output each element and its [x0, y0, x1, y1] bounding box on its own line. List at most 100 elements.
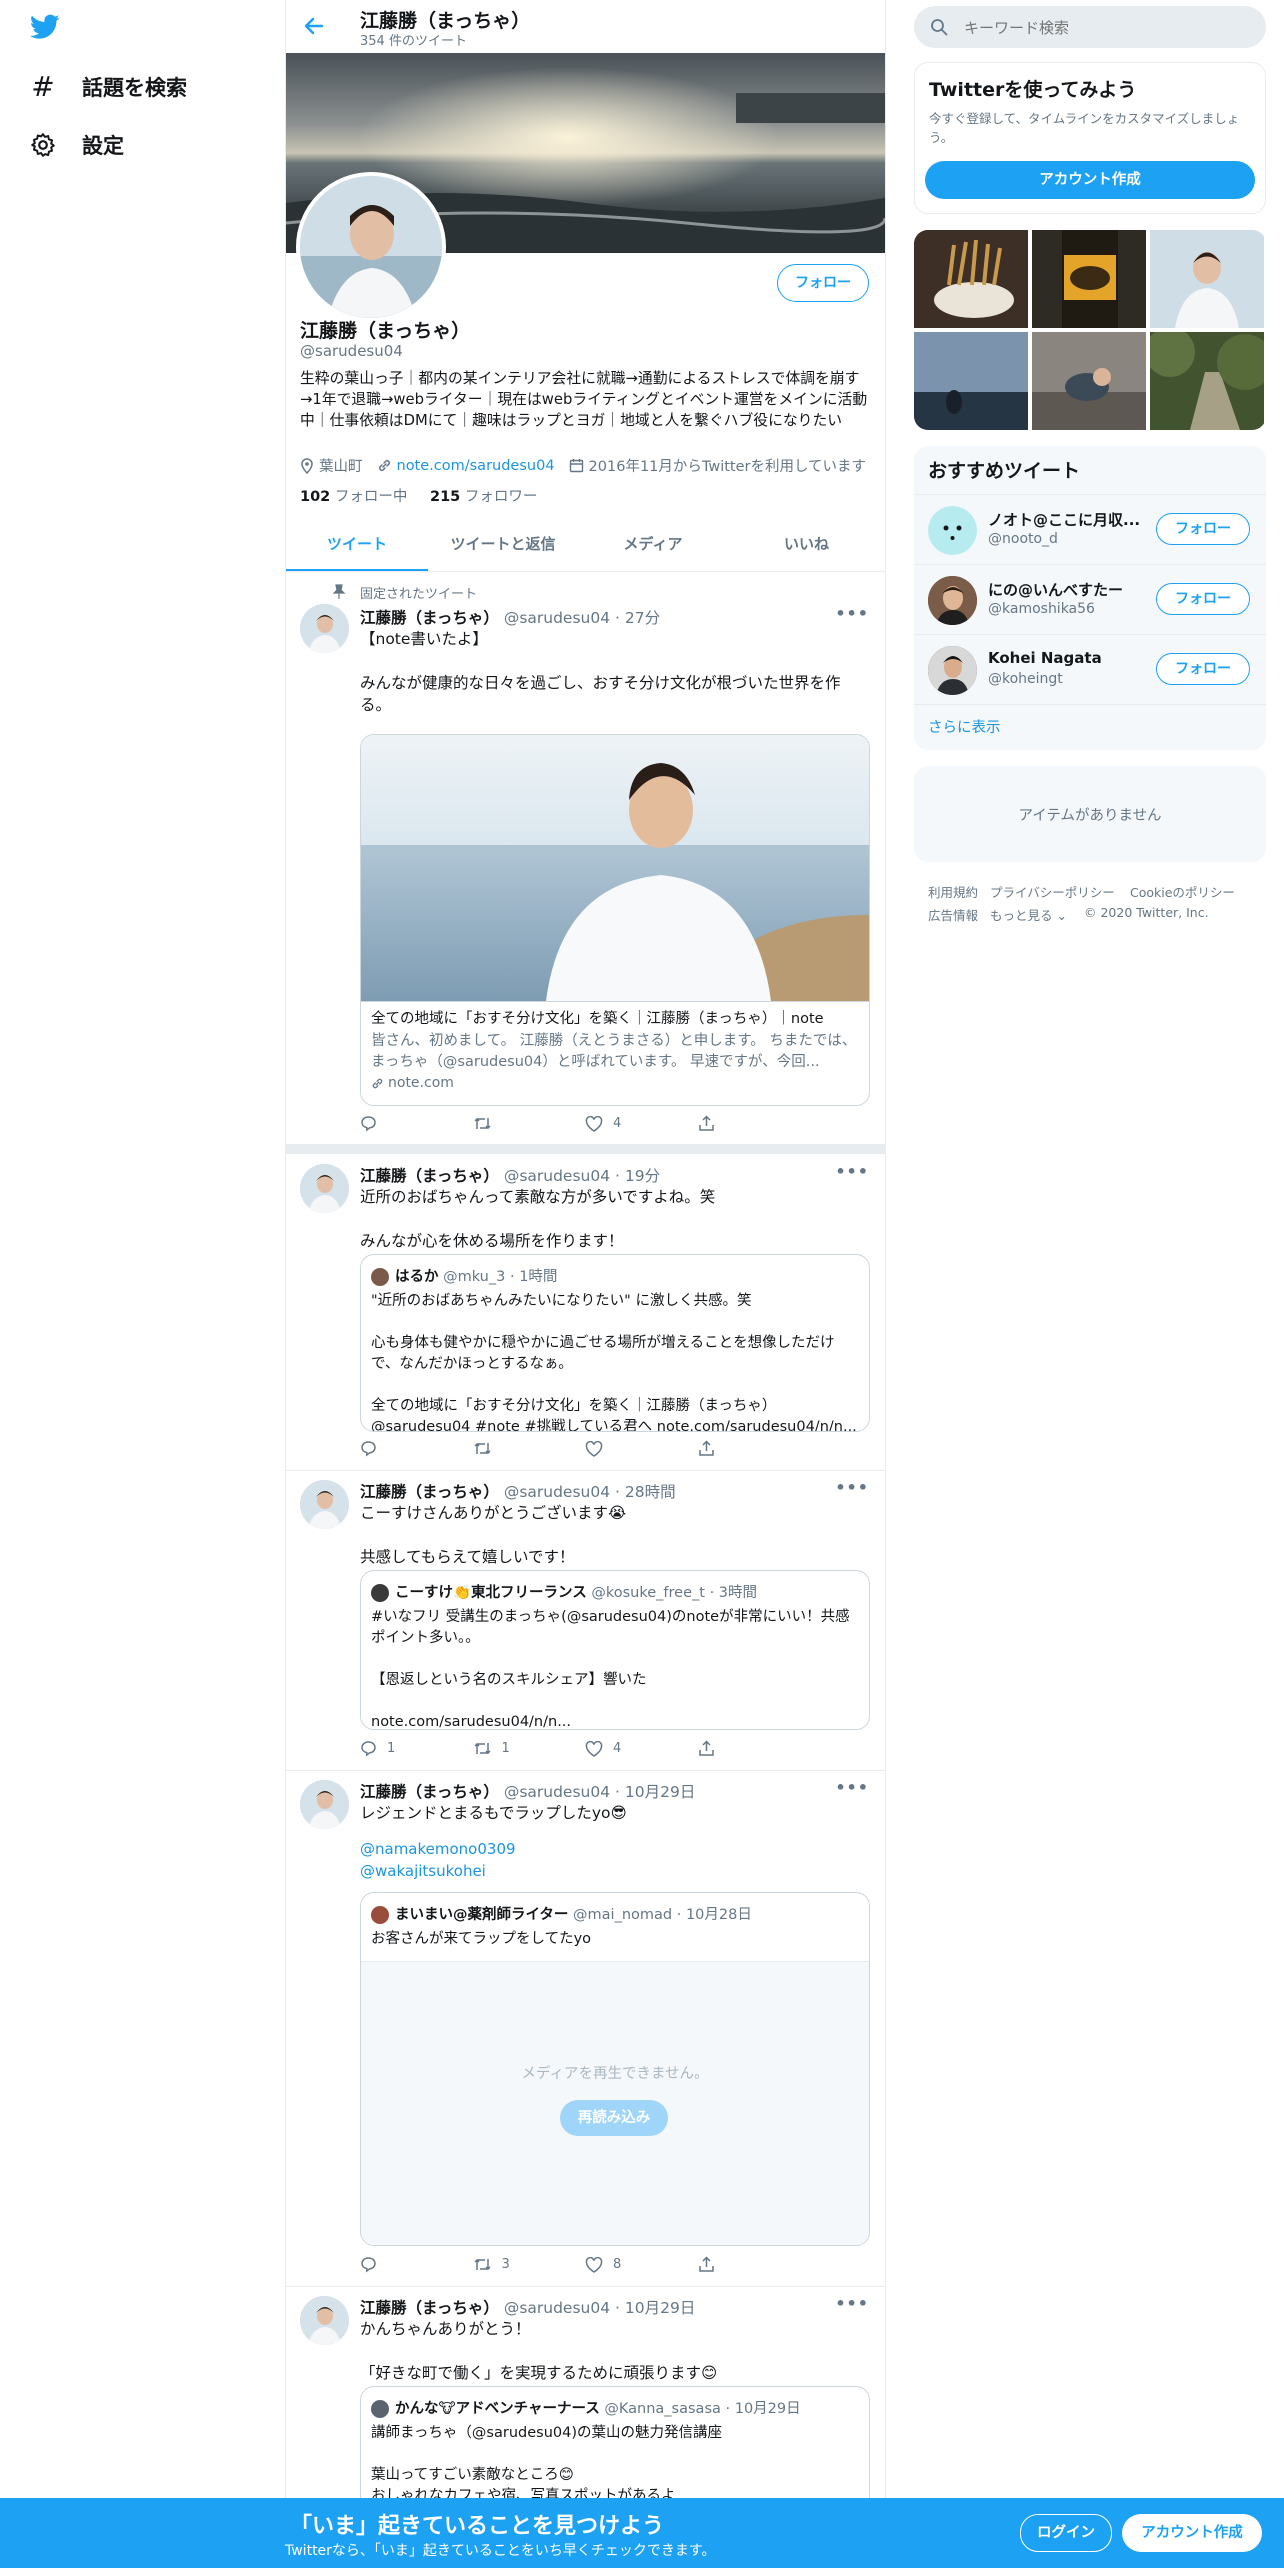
recommend-user-name[interactable]: にの@いんべすたー — [988, 579, 1148, 600]
recommend-follow-button[interactable]: フォロー — [1156, 583, 1250, 615]
recommend-user-avatar[interactable] — [928, 576, 977, 625]
gallery-photo[interactable] — [1150, 332, 1264, 430]
retweet-button[interactable] — [473, 1115, 586, 1132]
like-button[interactable]: 4 — [585, 1740, 698, 1757]
search-box[interactable] — [914, 6, 1266, 48]
recommend-user-name[interactable]: ノオト@ここに月収... — [988, 509, 1148, 530]
tweet-time[interactable]: 28時間 — [625, 1483, 676, 1501]
more-options-icon[interactable]: ••• — [835, 604, 869, 623]
more-options-icon[interactable]: ••• — [835, 1778, 869, 1797]
tweet-time[interactable]: 10月29日 — [625, 2299, 695, 2317]
tweet-author-avatar[interactable] — [300, 604, 349, 653]
gallery-photo[interactable] — [1032, 230, 1146, 328]
gallery-photo[interactable] — [914, 332, 1028, 430]
reply-button[interactable] — [360, 2256, 473, 2273]
banner-signup-button[interactable]: アカウント作成 — [1122, 2514, 1262, 2552]
footer-link-ads[interactable]: 広告情報 — [928, 905, 978, 924]
link-card[interactable]: 全ての地域に「おすそ分け文化」を築く｜江藤勝（まっちゃ）｜note 皆さん、初め… — [360, 734, 870, 1106]
tweet-author-name[interactable]: 江藤勝（まっちゃ） — [360, 2299, 499, 2317]
recommend-user-handle: @kamoshika56 — [988, 601, 1095, 617]
tweet-time[interactable]: 10月29日 — [625, 1783, 695, 1801]
tweet-author-avatar[interactable] — [300, 2296, 349, 2345]
more-options-icon[interactable]: ••• — [835, 2294, 869, 2313]
profile-follow-button[interactable]: フォロー — [777, 264, 869, 302]
tab-tweets[interactable]: ツイート — [286, 518, 428, 571]
tweet-author-handle[interactable]: @sarudesu04 — [504, 2299, 610, 2317]
share-button[interactable] — [698, 2256, 811, 2273]
tweet-author-avatar[interactable] — [300, 1164, 349, 1213]
tweet-header: 江藤勝（まっちゃ） @sarudesu04 · 19分 — [360, 1167, 661, 1185]
recommend-user-avatar[interactable] — [928, 506, 977, 555]
recommend-follow-button[interactable]: フォロー — [1156, 653, 1250, 685]
twitter-logo-icon[interactable] — [30, 14, 60, 40]
tab-likes[interactable]: いいね — [728, 518, 885, 571]
tweet-author-handle[interactable]: @sarudesu04 — [504, 1167, 610, 1185]
profile-avatar[interactable] — [296, 172, 446, 322]
tweet-time[interactable]: 27分 — [625, 609, 660, 627]
tweet-author-name[interactable]: 江藤勝（まっちゃ） — [360, 1167, 499, 1185]
website-link[interactable]: note.com/sarudesu04 — [397, 458, 555, 474]
tweet-item[interactable]: 江藤勝（まっちゃ） @sarudesu04 · 10月29日 ••• レジェンド… — [286, 1770, 885, 2287]
nav-explore[interactable]: # 話題を検索 — [30, 70, 187, 103]
nav-settings[interactable]: 設定 — [30, 130, 124, 160]
tweet-author-handle[interactable]: @sarudesu04 — [504, 1783, 610, 1801]
tweet-author-name[interactable]: 江藤勝（まっちゃ） — [360, 1483, 499, 1501]
tab-tweets-and-replies[interactable]: ツイートと返信 — [428, 518, 578, 571]
tweet-item[interactable]: 固定されたツイート 江藤勝（まっちゃ） @sarudesu04 · 27分 ••… — [286, 572, 885, 1144]
tweet-author-handle[interactable]: @sarudesu04 — [504, 609, 610, 627]
gallery-photo[interactable] — [1032, 332, 1146, 430]
followers-link[interactable]: 215 フォロワー — [430, 489, 537, 505]
tweet-item[interactable]: 江藤勝（まっちゃ） @sarudesu04 · 19分 ••• 近所のおばちゃん… — [286, 1154, 885, 1471]
following-link[interactable]: 102 フォロー中 — [300, 489, 407, 505]
recommend-user[interactable]: ノオト@ここに月収... @nooto_d フォロー — [914, 494, 1266, 565]
search-input[interactable] — [962, 14, 1256, 42]
gallery-photo[interactable] — [1150, 230, 1264, 328]
signup-description: 今すぐ登録して、タイムラインをカスタマイズしましょう。 — [929, 111, 1240, 145]
recommend-user[interactable]: にの@いんべすたー @kamoshika56 フォロー — [914, 564, 1266, 635]
recommend-user[interactable]: Kohei Nagata @koheingt フォロー — [914, 634, 1266, 705]
gallery-photo[interactable] — [914, 230, 1028, 328]
reply-button[interactable] — [360, 1115, 473, 1132]
footer-link-cookie[interactable]: Cookieのポリシー — [1130, 882, 1235, 901]
tweet-time[interactable]: 19分 — [625, 1167, 660, 1185]
create-account-button[interactable]: アカウント作成 — [925, 161, 1255, 199]
recommend-follow-button[interactable]: フォロー — [1156, 513, 1250, 545]
retweet-button[interactable]: 1 — [473, 1740, 586, 1757]
recommend-user-name[interactable]: Kohei Nagata — [988, 649, 1148, 667]
retweet-button[interactable] — [473, 1440, 586, 1457]
footer-link-terms[interactable]: 利用規約 — [928, 882, 978, 901]
back-arrow-icon[interactable] — [302, 14, 326, 38]
quoted-tweet[interactable]: まいまい@薬剤師ライター @mai_nomad · 10月28日 お客さんが来て… — [360, 1892, 870, 2246]
tweet-author-name[interactable]: 江藤勝（まっちゃ） — [360, 609, 499, 627]
footer-link-more[interactable]: もっと見る ⌄ — [990, 905, 1067, 924]
retweet-button[interactable]: 3 — [473, 2256, 586, 2273]
reload-button[interactable]: 再読み込み — [560, 2100, 668, 2136]
recommend-user-avatar[interactable] — [928, 646, 977, 695]
tweet-author-name[interactable]: 江藤勝（まっちゃ） — [360, 1783, 499, 1801]
more-options-icon[interactable]: ••• — [835, 1162, 869, 1181]
share-button[interactable] — [698, 1440, 811, 1457]
show-more-link[interactable]: さらに表示 — [914, 704, 1266, 751]
footer-link-privacy[interactable]: プライバシーポリシー — [990, 882, 1115, 901]
more-options-icon[interactable]: ••• — [835, 1478, 869, 1497]
tweet-item[interactable]: 江藤勝（まっちゃ） @sarudesu04 · 28時間 ••• こーすけさんあ… — [286, 1470, 885, 1771]
tweet-author-handle[interactable]: @sarudesu04 — [504, 1483, 610, 1501]
like-button[interactable] — [585, 1440, 698, 1457]
quoted-tweet[interactable]: こーすけ👏東北フリーランス @kosuke_free_t · 3時間 #いなフリ… — [360, 1570, 870, 1730]
reply-button[interactable] — [360, 1440, 473, 1457]
share-button[interactable] — [698, 1740, 811, 1757]
tweet-author-avatar[interactable] — [300, 1480, 349, 1529]
website[interactable]: note.com/sarudesu04 — [377, 455, 555, 476]
like-button[interactable]: 8 — [585, 2256, 698, 2273]
quoted-author-avatar — [371, 1584, 389, 1602]
quoted-tweet[interactable]: はるか @mku_3 · 1時間 "近所のおばあちゃんみたいになりたい" に激し… — [360, 1254, 870, 1432]
tweet-count: 354 件のツイート — [360, 34, 467, 49]
like-button[interactable]: 4 — [585, 1115, 698, 1132]
tweet-author-avatar[interactable] — [300, 1780, 349, 1829]
share-button[interactable] — [698, 1115, 811, 1132]
login-button[interactable]: ログイン — [1020, 2514, 1112, 2552]
tab-media[interactable]: メディア — [578, 518, 728, 571]
mention-link[interactable]: @wakajitsukohei — [360, 1862, 486, 1880]
reply-button[interactable]: 1 — [360, 1740, 473, 1757]
mention-link[interactable]: @namakemono0309 — [360, 1840, 516, 1858]
